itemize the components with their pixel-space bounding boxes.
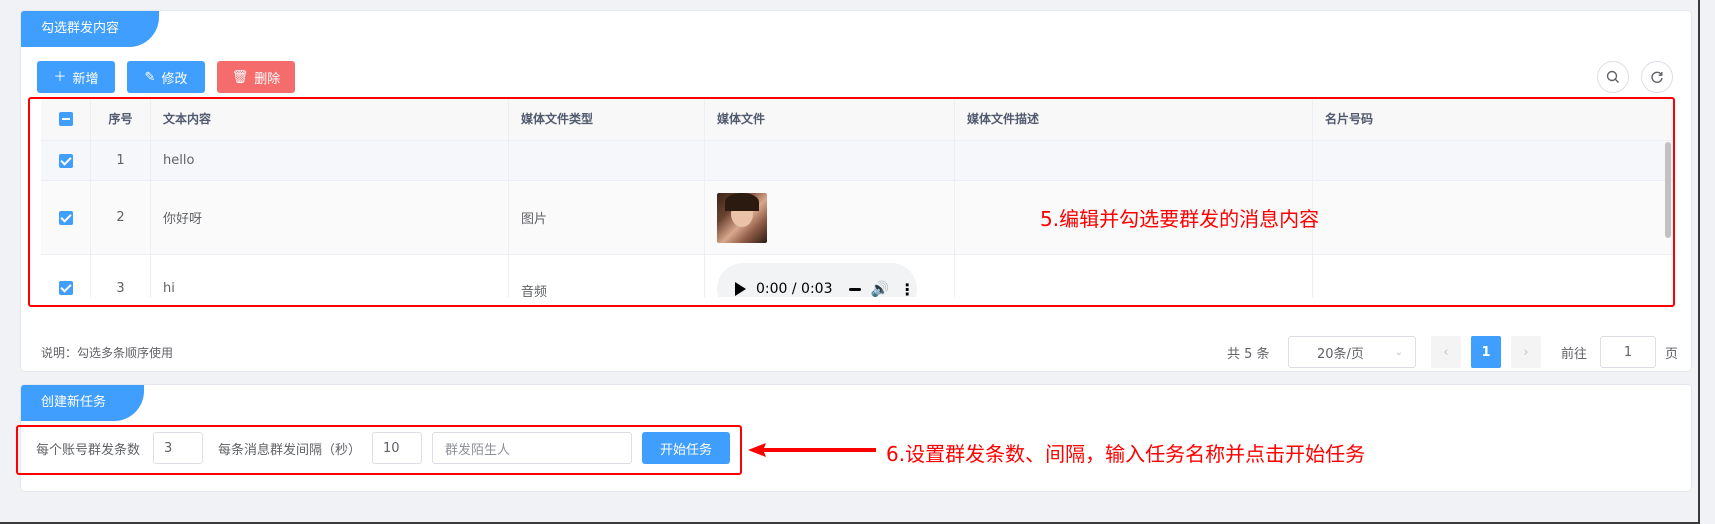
chevron-left-icon: ‹	[1443, 344, 1449, 360]
goto-page-input[interactable]: 1	[1600, 336, 1656, 368]
play-icon[interactable]	[735, 282, 746, 296]
task-name-input[interactable]: 群发陌生人	[432, 432, 632, 464]
chevron-right-icon: ›	[1523, 344, 1529, 360]
goto-label: 前往	[1561, 346, 1588, 362]
row-desc	[955, 141, 1313, 180]
row-select-cell	[41, 181, 91, 254]
chevron-down-icon: ⌄	[1394, 346, 1403, 358]
progress-bar[interactable]	[848, 287, 861, 291]
page-size-select[interactable]: 20条/页 ⌄	[1288, 336, 1416, 368]
plus-icon: ＋	[53, 69, 67, 85]
start-task-button[interactable]: 开始任务	[642, 432, 730, 464]
row-checkbox[interactable]	[58, 153, 73, 168]
row-text: hi	[151, 255, 509, 297]
volume-icon[interactable]: 🔊	[871, 280, 890, 297]
row-index: 2	[91, 181, 151, 254]
row-select-cell	[41, 141, 91, 180]
delete-button[interactable]: 🗑 删除	[217, 61, 295, 93]
next-page-button[interactable]: ›	[1511, 336, 1541, 368]
edit-button[interactable]: ✎ 修改	[127, 61, 205, 93]
message-table: 序号 文本内容 媒体文件类型 媒体文件 媒体文件描述 名片号码 1 hello	[41, 97, 1673, 297]
table-row[interactable]: 3 hi 音频 0:00 / 0:03 🔊 ⋮	[41, 255, 1673, 297]
interval-input[interactable]: 10	[372, 432, 422, 464]
page-size-value: 20条/页	[1317, 346, 1364, 362]
more-options-icon[interactable]: ⋮	[899, 280, 915, 298]
table-scrollbar[interactable]	[1665, 142, 1671, 238]
header-index: 序号	[91, 97, 151, 140]
delete-button-label: 删除	[254, 71, 281, 87]
row-checkbox[interactable]	[58, 210, 73, 225]
row-index: 3	[91, 255, 151, 297]
row-text: hello	[151, 141, 509, 180]
row-select-cell	[41, 255, 91, 297]
row-card	[1313, 181, 1673, 254]
row-media: 0:00 / 0:03 🔊 ⋮	[705, 255, 955, 297]
page-number-current[interactable]: 1	[1471, 336, 1501, 368]
annotation-step5: 5.编辑并勾选要群发的消息内容	[1040, 207, 1320, 231]
page-background: 勾选群发内容 ＋ 新增 ✎ 修改 🗑 删除 序号 文本内容 媒体文件类型 媒体文…	[0, 0, 1715, 524]
row-media-type: 音频	[509, 255, 705, 297]
table-header-row: 序号 文本内容 媒体文件类型 媒体文件 媒体文件描述 名片号码	[41, 97, 1673, 141]
row-media-type	[509, 141, 705, 180]
trash-icon: 🗑	[231, 69, 249, 85]
select-all-cell	[41, 97, 91, 140]
pagination-total: 共 5 条	[1227, 346, 1270, 362]
annotation-arrow-icon	[748, 443, 876, 457]
interval-label: 每条消息群发间隔（秒）	[218, 442, 362, 458]
message-selection-card: 勾选群发内容 ＋ 新增 ✎ 修改 🗑 删除 序号 文本内容 媒体文件类型 媒体文…	[20, 10, 1692, 372]
audio-time: 0:00 / 0:03	[756, 281, 833, 297]
select-all-checkbox[interactable]	[58, 111, 73, 126]
table-row[interactable]: 1 hello	[41, 141, 1673, 181]
row-media-type: 图片	[509, 181, 705, 254]
search-toggle-button[interactable]	[1597, 61, 1629, 93]
row-text: 你好呀	[151, 181, 509, 254]
row-index: 1	[91, 141, 151, 180]
add-button[interactable]: ＋ 新增	[37, 61, 115, 93]
card-title-select-content: 勾选群发内容	[21, 11, 159, 47]
row-checkbox[interactable]	[58, 281, 73, 295]
usage-note: 说明：勾选多条顺序使用	[41, 346, 174, 360]
edit-icon: ✎	[144, 69, 156, 85]
prev-page-button[interactable]: ‹	[1431, 336, 1461, 368]
card-title-create-task: 创建新任务	[21, 385, 144, 421]
header-card-number: 名片号码	[1325, 112, 1374, 126]
row-media	[705, 141, 955, 180]
count-label: 每个账号群发条数	[36, 442, 141, 458]
add-button-label: 新增	[72, 71, 99, 87]
row-card	[1313, 255, 1673, 297]
header-media-file: 媒体文件	[705, 97, 955, 140]
header-text-content: 文本内容	[151, 97, 509, 140]
image-thumbnail[interactable]	[717, 192, 767, 243]
header-media-desc: 媒体文件描述	[955, 97, 1313, 140]
page-unit-label: 页	[1665, 346, 1679, 362]
annotation-step6: 6.设置群发条数、间隔，输入任务名称并点击开始任务	[886, 442, 1366, 466]
refresh-icon	[1651, 71, 1663, 83]
row-desc	[955, 255, 1313, 297]
edit-button-label: 修改	[161, 71, 188, 87]
table-row[interactable]: 2 你好呀 图片	[41, 181, 1673, 255]
audio-player: 0:00 / 0:03 🔊 ⋮	[717, 263, 917, 297]
row-card	[1313, 141, 1673, 180]
count-input[interactable]: 3	[153, 432, 203, 464]
search-icon	[1606, 70, 1619, 83]
header-media-type: 媒体文件类型	[509, 97, 705, 140]
row-media	[705, 181, 955, 254]
refresh-button[interactable]	[1641, 61, 1673, 93]
